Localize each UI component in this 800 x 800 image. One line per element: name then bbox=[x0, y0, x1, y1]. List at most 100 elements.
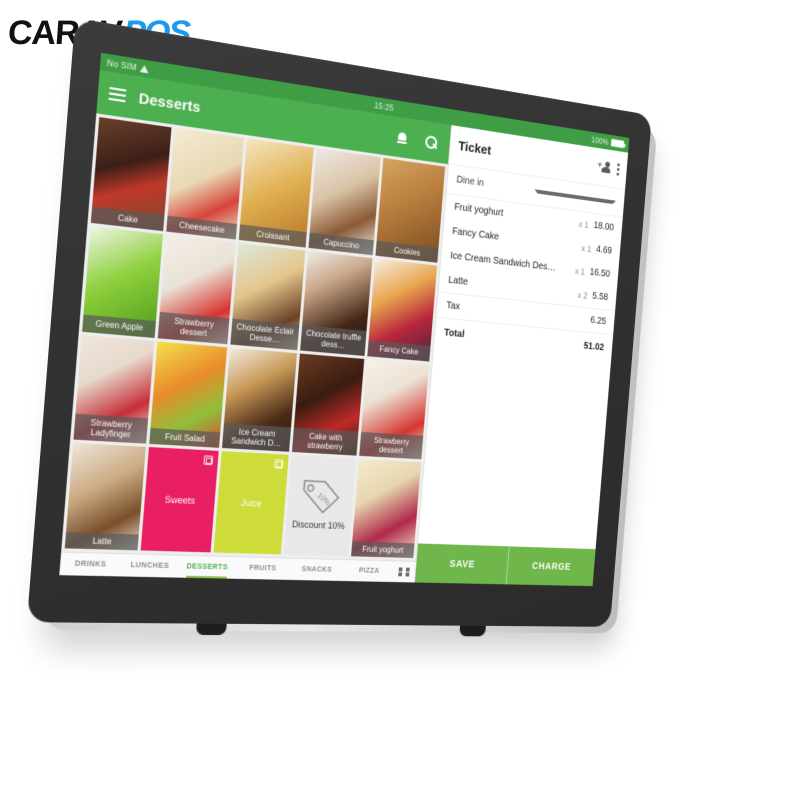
product-tile[interactable]: Strawberry dessert bbox=[158, 234, 236, 343]
product-tile[interactable]: Ice Cream Sandwich D… bbox=[222, 347, 297, 452]
search-icon bbox=[425, 135, 438, 150]
ticket-line-amount: 18.00 bbox=[593, 220, 614, 233]
order-type-value: Dine in bbox=[456, 174, 535, 196]
ticket-tax-amount: 6.25 bbox=[590, 315, 607, 327]
product-tile[interactable]: Cheesecake bbox=[166, 128, 244, 239]
product-tile[interactable]: 10% Discount 10% bbox=[284, 455, 356, 556]
product-tile-label: Strawberry Ladyfinger bbox=[73, 414, 148, 444]
search-button[interactable] bbox=[422, 131, 442, 153]
screenshot-root: CARAVPOS No SIM 15:25 100% bbox=[0, 0, 800, 800]
product-tile[interactable]: Sweets bbox=[141, 447, 219, 552]
product-tile[interactable]: Green Apple bbox=[82, 226, 163, 338]
product-tile[interactable]: Fruit Salad bbox=[149, 341, 227, 448]
product-tile-label: Latte bbox=[65, 532, 139, 550]
product-tile[interactable]: Capuccino bbox=[308, 148, 380, 255]
pos-terminal: No SIM 15:25 100% Desserts Cake Cheeseca… bbox=[55, 70, 715, 690]
product-tile-label: Juice bbox=[217, 493, 285, 513]
product-tile-label: Croissant bbox=[239, 224, 307, 247]
product-image bbox=[73, 334, 154, 443]
ticket-line-qty: x 1 bbox=[575, 266, 586, 277]
product-tile[interactable]: Cookies bbox=[375, 158, 445, 263]
more-vertical-icon[interactable] bbox=[616, 163, 620, 176]
product-image bbox=[222, 347, 297, 452]
category-tab[interactable]: DRINKS bbox=[59, 553, 121, 577]
battery-icon bbox=[611, 139, 624, 148]
product-image bbox=[82, 226, 163, 338]
status-bar: No SIM 15:25 100% bbox=[100, 53, 630, 153]
product-tile[interactable]: Croissant bbox=[239, 138, 314, 247]
product-tile-label: Fruit Salad bbox=[149, 428, 220, 448]
product-tile-label: Capuccino bbox=[308, 232, 373, 255]
app-bar: Desserts bbox=[96, 70, 451, 164]
product-image bbox=[308, 148, 380, 255]
battery-percent-label: 100% bbox=[591, 135, 609, 146]
category-tab[interactable]: DESSERTS bbox=[178, 556, 236, 579]
product-image bbox=[166, 128, 244, 239]
product-tile[interactable]: Fancy Cake bbox=[367, 258, 437, 361]
charge-button[interactable]: CHARGE bbox=[506, 546, 596, 586]
category-tab[interactable]: PIZZA bbox=[342, 560, 395, 582]
add-person-icon[interactable]: + bbox=[597, 160, 610, 174]
product-tile-label: Discount 10% bbox=[285, 516, 351, 536]
category-tab[interactable]: SNACKS bbox=[289, 559, 344, 581]
product-tile[interactable]: Strawberry dessert bbox=[359, 359, 429, 460]
hamburger-menu-icon[interactable] bbox=[108, 87, 126, 102]
ticket-line-amount: 16.50 bbox=[589, 267, 610, 280]
ticket-title: Ticket bbox=[458, 138, 592, 172]
notifications-button[interactable] bbox=[393, 126, 413, 149]
category-tab[interactable]: LUNCHES bbox=[120, 554, 180, 577]
product-tile[interactable]: Strawberry Ladyfinger bbox=[73, 334, 154, 443]
product-tile[interactable]: Juice bbox=[213, 451, 288, 554]
catalog-pane: Desserts Cake Cheesecake Croissant Capuccin… bbox=[59, 70, 451, 582]
svg-text:10%: 10% bbox=[315, 491, 332, 508]
grid-view-icon[interactable] bbox=[398, 567, 411, 577]
page-title: Desserts bbox=[138, 89, 383, 142]
save-button[interactable]: SAVE bbox=[415, 543, 509, 584]
product-tile-label: Green Apple bbox=[82, 315, 156, 338]
product-tile-label: Chocolate Eclair Desse… bbox=[230, 319, 299, 350]
ticket-total-label: Total bbox=[444, 327, 585, 351]
product-image bbox=[149, 341, 227, 448]
ticket-line-qty: x 1 bbox=[578, 219, 589, 230]
product-tile-label: Strawberry dessert bbox=[359, 432, 423, 460]
product-tile-label: Sweets bbox=[144, 490, 215, 510]
product-tile-label: Fruit yoghurt bbox=[351, 541, 414, 558]
product-tile-label: Cake with strawberry bbox=[292, 427, 358, 455]
product-tile[interactable]: Chocolate truffle dess… bbox=[300, 251, 372, 356]
ticket-total-amount: 51.02 bbox=[583, 341, 604, 353]
sim-status-label: No SIM bbox=[107, 58, 138, 72]
status-bar-clock: 15:25 bbox=[374, 100, 394, 112]
ticket-line-qty: x 2 bbox=[577, 290, 588, 300]
product-image bbox=[65, 443, 146, 550]
ticket-line-items: Fruit yoghurt x 1 18.00 Fancy Cake x 1 4.69 Ic… bbox=[418, 194, 623, 549]
device-bezel: No SIM 15:25 100% Desserts Cake Cheeseca… bbox=[27, 18, 652, 627]
ticket-line-amount: 5.58 bbox=[592, 291, 609, 303]
product-tile[interactable]: Cake bbox=[91, 117, 172, 231]
device-screen: No SIM 15:25 100% Desserts Cake Cheeseca… bbox=[59, 53, 629, 586]
ticket-pane: Ticket + Dine in Fruit yoghurt x 1 18.00 Fa… bbox=[414, 125, 628, 586]
ticket-line-qty: x 1 bbox=[581, 243, 592, 254]
product-tile[interactable]: Cake with strawberry bbox=[292, 353, 364, 456]
wifi-icon bbox=[140, 64, 149, 73]
ticket-actions: SAVE CHARGE bbox=[415, 543, 596, 586]
product-image bbox=[292, 353, 364, 456]
product-image bbox=[300, 251, 372, 356]
product-tile[interactable]: Latte bbox=[65, 443, 146, 550]
product-grid: Cake Cheesecake Croissant Capuccino Cookies G… bbox=[61, 113, 448, 561]
product-image bbox=[91, 117, 172, 231]
product-tile[interactable]: Fruit yoghurt bbox=[351, 459, 421, 558]
product-tile-label: Ice Cream Sandwich D… bbox=[222, 423, 291, 452]
product-tile-label: Cake bbox=[91, 206, 165, 231]
bell-icon bbox=[397, 131, 408, 144]
product-image bbox=[158, 234, 236, 343]
app-body: Desserts Cake Cheesecake Croissant Capuccin… bbox=[59, 70, 628, 586]
category-tab[interactable]: FRUITS bbox=[234, 557, 291, 580]
product-image bbox=[239, 138, 314, 247]
price-tag-icon: 10% bbox=[297, 476, 344, 518]
ticket-line-amount: 4.69 bbox=[596, 244, 613, 256]
product-tile-label: Chocolate truffle dess… bbox=[300, 325, 366, 355]
chevron-down-icon bbox=[535, 189, 616, 204]
product-tile-label: Strawberry dessert bbox=[158, 312, 230, 344]
product-tile[interactable]: Chocolate Eclair Desse… bbox=[230, 243, 305, 350]
product-image bbox=[230, 243, 305, 350]
